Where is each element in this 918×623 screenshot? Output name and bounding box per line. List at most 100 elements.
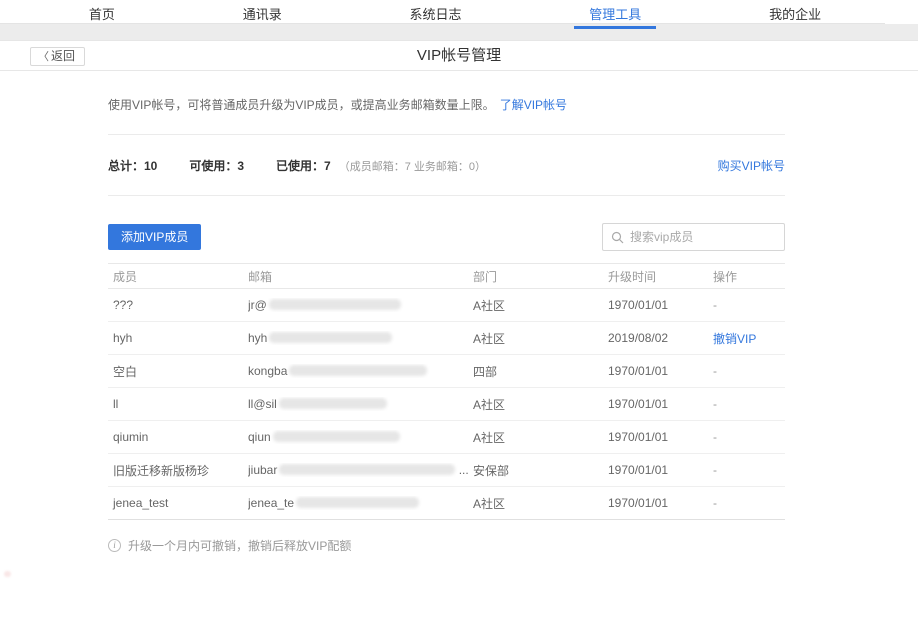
email-prefix: hyh [248,331,267,345]
table-row: ??? jr@ A社区 1970/01/01 - [108,289,785,322]
stat-used-value: 已使用：7 [276,159,331,173]
email-redacted-blur [279,398,387,409]
page-title: VIP帐号管理 [0,41,918,71]
table-row: ll ll@sil A社区 1970/01/01 - [108,388,785,421]
cell-upgrade-time: 1970/01/01 [608,397,713,411]
table-row: jenea_test jenea_te A社区 1970/01/01 - [108,487,785,520]
screen-artifact-mark [4,571,11,577]
table-row: hyh hyh A社区 2019/08/02 撤销VIP [108,322,785,355]
cell-upgrade-time: 1970/01/01 [608,430,713,444]
search-box[interactable] [602,223,785,251]
nav-item-2[interactable]: 系统日志 [405,0,465,28]
search-input[interactable] [630,230,776,244]
nav-item-1[interactable]: 通讯录 [239,0,286,28]
nav-item-4[interactable]: 我的企业 [765,0,825,28]
intro-text: 使用VIP帐号，可将普通成员升级为VIP成员，或提高业务邮箱数量上限。 [108,98,495,112]
cell-upgrade-time: 2019/08/02 [608,331,713,345]
cell-department: 四部 [473,363,608,380]
stat-used-detail: （成员邮箱：7 业务邮箱：0） [339,158,486,174]
cell-action: - [713,430,785,444]
column-header-4: 操作 [713,268,785,285]
email-prefix: kongba [248,364,287,378]
cell-department: A社区 [473,429,608,446]
top-navigation: 首页通讯录系统日志管理工具我的企业 [0,0,885,24]
cell-member: jenea_test [108,496,248,510]
cell-email: jiubar ... [248,463,473,477]
footer-note: i 升级一个月内可撤销，撤销后释放VIP配额 [108,537,785,554]
column-header-3: 升级时间 [608,268,713,285]
cell-action: - [713,298,785,312]
intro-block: 使用VIP帐号，可将普通成员升级为VIP成员，或提高业务邮箱数量上限。了解VIP… [108,71,785,134]
table-header-row: 成员邮箱部门升级时间操作 [108,263,785,289]
email-prefix: jiubar [248,463,277,477]
content-area: 使用VIP帐号，可将普通成员升级为VIP成员，或提高业务邮箱数量上限。了解VIP… [108,71,785,554]
column-header-1: 邮箱 [248,268,473,285]
back-button-label: 返回 [51,49,75,63]
cell-email: kongba [248,364,473,378]
revoke-vip-link[interactable]: 撤销VIP [713,332,756,346]
cell-department: A社区 [473,396,608,413]
back-chevron-icon: 〈 [38,51,49,63]
cell-upgrade-time: 1970/01/01 [608,496,713,510]
vip-member-table: 成员邮箱部门升级时间操作 ??? jr@ A社区 1970/01/01 - hy… [108,263,785,520]
email-prefix: jenea_te [248,496,294,510]
cell-department: A社区 [473,330,608,347]
cell-email: qiun [248,430,473,444]
back-button[interactable]: 〈返回 [30,47,85,66]
nav-item-0[interactable]: 首页 [85,0,119,28]
email-redacted-blur [273,431,400,442]
buy-vip-link[interactable]: 购买VIP帐号 [718,157,785,174]
email-prefix: qiun [248,430,271,444]
stat-available-value: 可使用：3 [189,159,244,173]
email-redacted-blur [279,464,455,475]
cell-department: A社区 [473,297,608,314]
cell-upgrade-time: 1970/01/01 [608,463,713,477]
table-row: qiumin qiun A社区 1970/01/01 - [108,421,785,454]
footer-note-text: 升级一个月内可撤销，撤销后释放VIP配额 [128,537,351,554]
cell-upgrade-time: 1970/01/01 [608,298,713,312]
search-icon [611,231,624,244]
nav-item-3[interactable]: 管理工具 [585,0,645,28]
email-prefix: jr@ [248,298,267,312]
cell-member: ll [108,397,248,411]
stat-used: 已使用：7 [276,157,331,174]
cell-action: - [713,364,785,378]
cell-department: 安保部 [473,462,608,479]
cell-action: - [713,397,785,411]
column-header-0: 成员 [108,268,248,285]
email-prefix: ll@sil [248,397,277,411]
stat-total-value: 总计：10 [108,159,157,173]
cell-action: 撤销VIP [713,330,785,347]
table-row: 空白 kongba 四部 1970/01/01 - [108,355,785,388]
page-header: 〈返回 VIP帐号管理 [0,41,918,71]
divider-bottom [108,195,785,196]
cell-member: hyh [108,331,248,345]
cell-email: jenea_te [248,496,473,510]
cell-action: - [713,496,785,510]
add-vip-member-button[interactable]: 添加VIP成员 [108,224,201,250]
cell-email: hyh [248,331,473,345]
learn-vip-link[interactable]: 了解VIP帐号 [500,98,567,112]
cell-member: qiumin [108,430,248,444]
cell-member: ??? [108,298,248,312]
stat-available: 可使用：3 [189,157,244,174]
cell-action: - [713,463,785,477]
email-redacted-blur [269,332,392,343]
email-suffix: ... [455,463,468,477]
cell-member: 空白 [108,363,248,380]
column-header-2: 部门 [473,268,608,285]
stat-total: 总计：10 [108,157,157,174]
quota-stats: 总计：10 可使用：3 已使用：7 （成员邮箱：7 业务邮箱：0） 购买VIP帐… [108,135,785,195]
info-icon: i [108,539,121,552]
toolbar: 添加VIP成员 [108,223,785,251]
cell-email: ll@sil [248,397,473,411]
cell-department: A社区 [473,495,608,512]
cell-email: jr@ [248,298,473,312]
table-row: 旧版迁移新版杨珍 jiubar ... 安保部 1970/01/01 - [108,454,785,487]
cell-upgrade-time: 1970/01/01 [608,364,713,378]
email-redacted-blur [296,497,419,508]
email-redacted-blur [289,365,427,376]
email-redacted-blur [269,299,401,310]
cell-member: 旧版迁移新版杨珍 [108,462,248,479]
table-body: ??? jr@ A社区 1970/01/01 - hyh hyh A社区 201… [108,289,785,520]
